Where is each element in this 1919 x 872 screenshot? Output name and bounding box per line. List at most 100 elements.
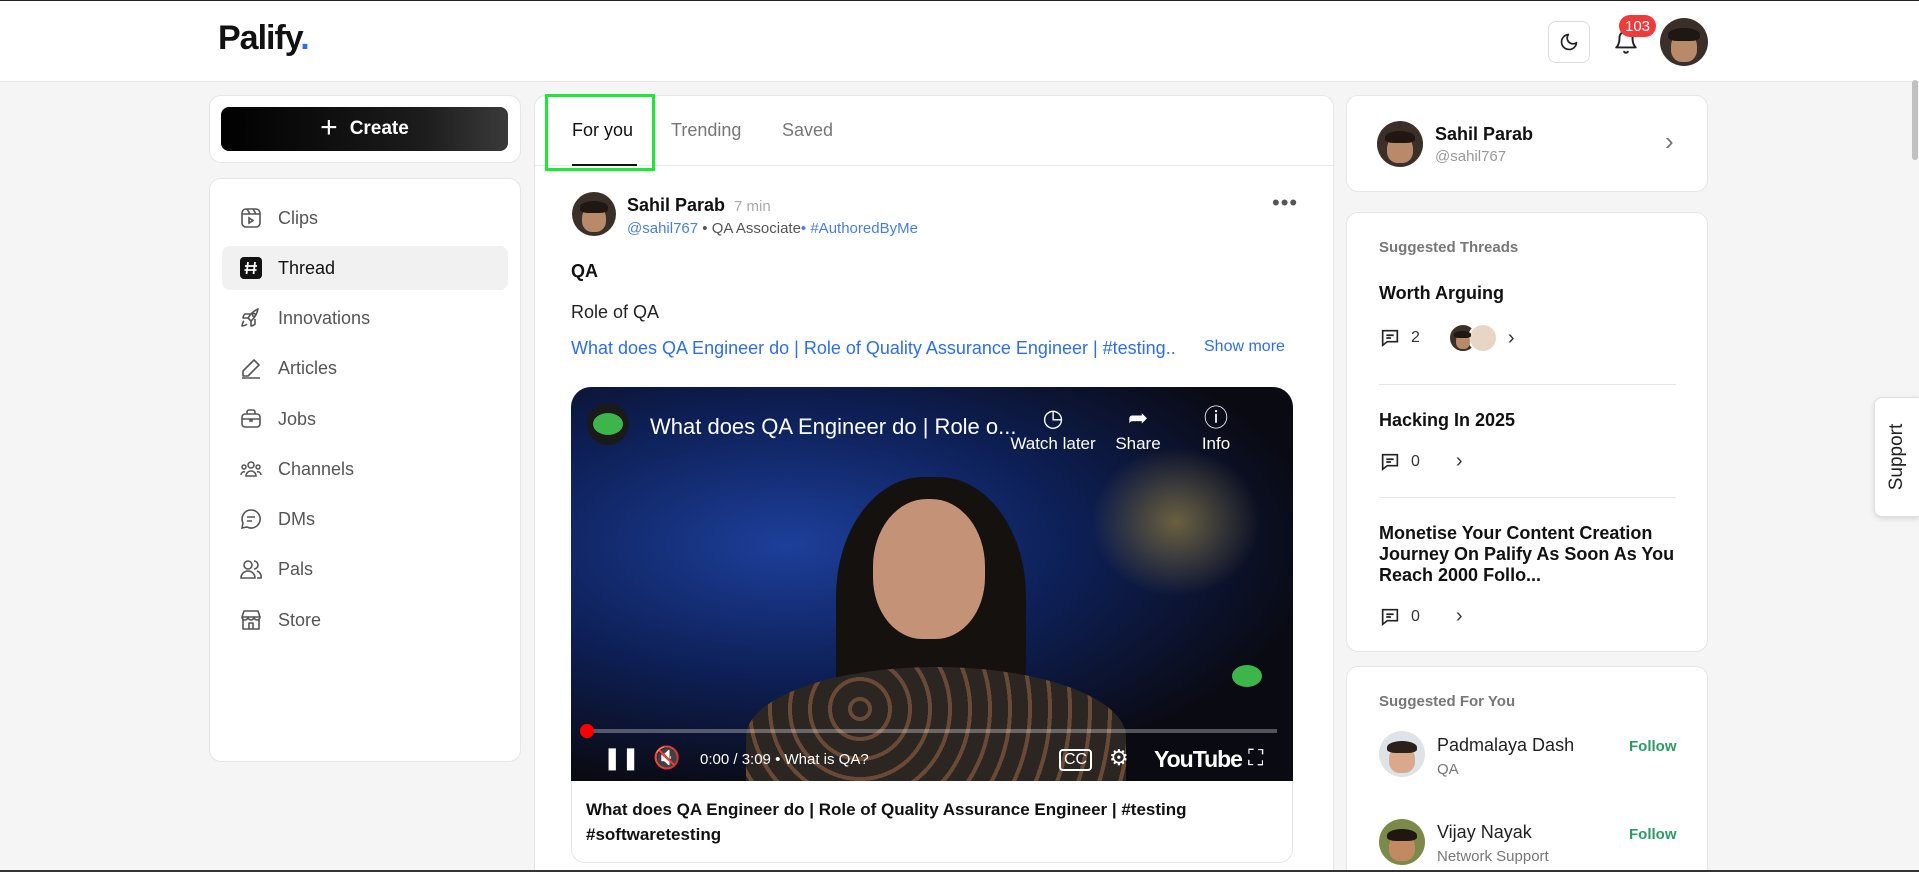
suggestion-subtitle: QA: [1437, 761, 1459, 778]
focus-highlight-box: [545, 94, 655, 171]
thread-comment-count: 0: [1411, 452, 1420, 470]
page-scrollbar[interactable]: [1912, 80, 1918, 160]
fullscreen-icon[interactable]: ⛶: [1248, 745, 1263, 771]
post-body: Role of QA: [571, 302, 660, 322]
tab-trending[interactable]: Trending: [671, 120, 741, 141]
comment-icon: [1381, 453, 1399, 471]
settings-gear-icon[interactable]: ⚙: [1109, 745, 1129, 771]
thread-title[interactable]: Hacking In 2025: [1379, 410, 1679, 431]
pen-icon: [238, 355, 264, 381]
sidebar-item-dms[interactable]: DMs: [222, 497, 508, 541]
follow-button[interactable]: Follow: [1629, 826, 1677, 843]
post-link[interactable]: What does QA Engineer do | Role of Quali…: [571, 338, 1176, 359]
video-scrubber-handle[interactable]: [580, 724, 594, 738]
support-label: Support: [1886, 423, 1907, 491]
suggestion-avatar[interactable]: [1379, 819, 1425, 865]
participant-avatar: [1467, 323, 1498, 353]
sidebar-item-label: Innovations: [278, 307, 371, 328]
video-caption[interactable]: What does QA Engineer do | Role of Quali…: [571, 781, 1293, 863]
sidebar-item-label: Thread: [278, 257, 336, 278]
video-time: 0:00 / 3:09 • What is QA?: [700, 751, 869, 768]
channel-logo-icon[interactable]: [587, 403, 629, 445]
video-controls: ❚❚ 🔇 0:00 / 3:09 • What is QA? CC ⚙ YouT…: [571, 737, 1293, 781]
sidebar-item-channels[interactable]: Channels: [222, 447, 508, 491]
profile-avatar[interactable]: [1377, 121, 1423, 167]
youtube-video-player[interactable]: What does QA Engineer do | Role o... ◷ W…: [571, 387, 1293, 781]
show-more-link[interactable]: Show more: [1204, 338, 1285, 356]
support-tab[interactable]: Support: [1874, 397, 1919, 517]
post-author-avatar[interactable]: [572, 192, 616, 236]
clock-icon: ◷: [1042, 405, 1064, 432]
sidebar-item-thread[interactable]: Thread: [222, 246, 508, 290]
suggestion-name[interactable]: Padmalaya Dash: [1437, 735, 1574, 756]
palify-logo[interactable]: Palify.: [218, 19, 310, 58]
pause-icon[interactable]: ❚❚: [603, 745, 640, 771]
tab-saved[interactable]: Saved: [782, 120, 833, 141]
sidebar-item-label: Store: [278, 609, 322, 630]
create-card: + Create: [209, 95, 521, 163]
sidebar-item-jobs[interactable]: Jobs: [222, 397, 508, 441]
briefcase-icon: [238, 406, 264, 432]
sidebar-item-clips[interactable]: Clips: [222, 196, 508, 240]
follow-button[interactable]: Follow: [1629, 738, 1677, 755]
clips-icon: [238, 205, 264, 231]
suggested-threads-card: Suggested Threads Worth Arguing 2 › Hack…: [1346, 212, 1708, 652]
post-author-handle[interactable]: @sahil767: [627, 220, 698, 237]
watch-later-button[interactable]: ◷ Watch later: [1008, 404, 1098, 454]
mute-icon[interactable]: 🔇: [653, 745, 680, 771]
sidebar-item-articles[interactable]: Articles: [222, 346, 508, 390]
post-time: 7 min: [734, 198, 771, 215]
chat-bubble-icon: [238, 506, 264, 532]
video-title[interactable]: What does QA Engineer do | Role o...: [650, 414, 1016, 440]
rocket-icon: [238, 305, 264, 331]
sidebar-item-innovations[interactable]: Innovations: [222, 296, 508, 340]
share-button[interactable]: ➦ Share: [1093, 404, 1183, 454]
chevron-right-icon[interactable]: ›: [1665, 126, 1674, 157]
captions-icon[interactable]: CC: [1059, 749, 1093, 771]
info-icon: ⓘ: [1204, 405, 1228, 432]
thread-participants: [1447, 323, 1498, 353]
sidebar-item-label: Jobs: [278, 408, 317, 429]
thread-comment-count: 0: [1411, 607, 1420, 625]
pals-icon: [238, 556, 264, 582]
create-button[interactable]: + Create: [221, 107, 508, 151]
sidebar-item-store[interactable]: Store: [222, 598, 508, 642]
post-author-meta: @sahil767 • QA Associate• #AuthoredByMe: [627, 220, 918, 237]
chevron-right-icon[interactable]: ›: [1456, 450, 1463, 473]
profile-card[interactable]: Sahil Parab @sahil767 ›: [1346, 95, 1708, 192]
watch-later-label: Watch later: [1010, 434, 1096, 453]
thread-title[interactable]: Worth Arguing: [1379, 283, 1679, 304]
notification-count-badge: 103: [1619, 15, 1657, 37]
suggested-threads-title: Suggested Threads: [1379, 239, 1519, 256]
chevron-right-icon[interactable]: ›: [1456, 605, 1463, 628]
suggested-for-you-card: Suggested For You Padmalaya Dash QA Foll…: [1346, 666, 1708, 872]
sidebar-item-label: Pals: [278, 558, 314, 579]
youtube-logo[interactable]: YouTube: [1154, 746, 1243, 773]
profile-name[interactable]: Sahil Parab: [1435, 124, 1533, 145]
divider: [1379, 497, 1676, 498]
thread-title[interactable]: Monetise Your Content Creation Journey O…: [1379, 523, 1679, 586]
info-label: Info: [1201, 434, 1231, 453]
chevron-right-icon[interactable]: ›: [1508, 327, 1515, 350]
share-label: Share: [1115, 434, 1161, 453]
video-time-value: 0:00 / 3:09: [700, 751, 771, 768]
sidebar-item-label: Clips: [278, 207, 319, 228]
thread-meta: 2 ›: [1379, 323, 1515, 353]
share-arrow-icon: ➦: [1127, 405, 1149, 432]
moon-icon: [1560, 33, 1578, 51]
comment-icon: [1381, 329, 1399, 348]
video-chapter[interactable]: What is QA?: [785, 751, 869, 768]
post-author-name[interactable]: Sahil Parab: [627, 195, 725, 216]
suggestion-avatar[interactable]: [1379, 731, 1425, 777]
more-options-icon[interactable]: •••: [1272, 190, 1298, 216]
video-progress-bar[interactable]: [587, 729, 1277, 733]
suggestion-name[interactable]: Vijay Nayak: [1437, 822, 1532, 843]
plus-icon: +: [320, 110, 338, 144]
post-tag[interactable]: #AuthoredByMe: [810, 220, 918, 237]
theme-toggle-button[interactable]: [1548, 21, 1590, 63]
user-avatar[interactable]: [1660, 18, 1708, 66]
logo-text: Palify: [218, 19, 301, 57]
video-background-light: [1091, 447, 1261, 597]
info-button[interactable]: ⓘ Info: [1171, 404, 1261, 454]
sidebar-item-pals[interactable]: Pals: [222, 547, 508, 591]
